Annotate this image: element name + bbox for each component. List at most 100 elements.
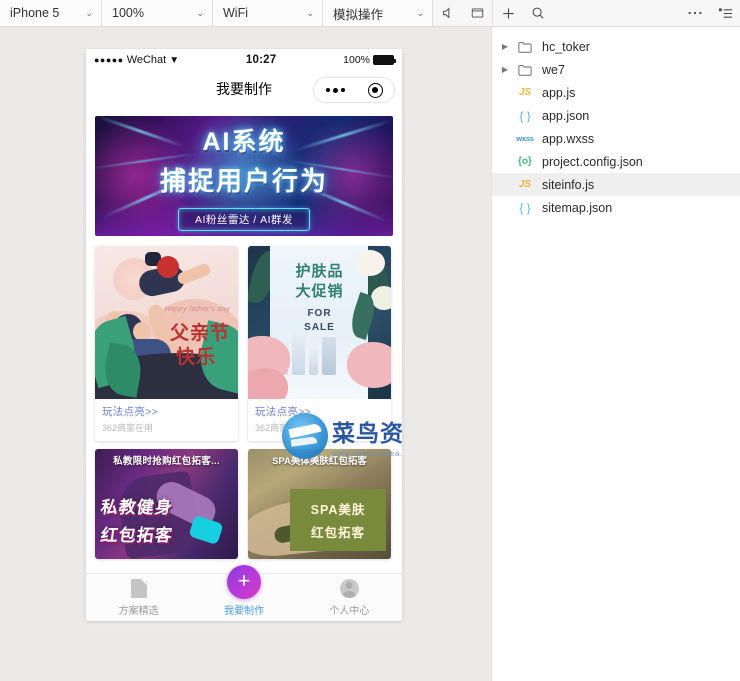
illustration-flower bbox=[347, 342, 391, 388]
tab-profile[interactable]: 个人中心 bbox=[297, 579, 402, 617]
illustration-child-leg bbox=[175, 262, 213, 286]
tab-label: 个人中心 bbox=[329, 605, 370, 617]
indent-spacer: · bbox=[498, 203, 512, 212]
file-name: app.wxss bbox=[542, 131, 595, 146]
phone-nav-bar: 我要制作 bbox=[86, 71, 402, 107]
plus-icon: + bbox=[237, 568, 251, 593]
simulate-action-select[interactable]: 模拟操作 ⌄ bbox=[323, 0, 433, 26]
card-grid-row-1: Happy father's day 父亲节 快乐 玩法点亮>> 362商家在用 bbox=[95, 246, 393, 441]
file-row-app-js[interactable]: · JS app.js bbox=[492, 81, 740, 104]
phone-status-bar: ●●●●● WeChat ▼ 10:27 100% bbox=[86, 49, 402, 71]
user-icon bbox=[339, 579, 359, 599]
file-row-project-config-json[interactable]: · {o} project.config.json bbox=[492, 150, 740, 173]
simulator-toolbar: iPhone 5 ⌄ 100% ⌄ WiFi ⌄ 模拟操作 ⌄ bbox=[0, 0, 740, 27]
tab-label: 我要制作 bbox=[223, 605, 264, 617]
chevron-right-icon[interactable]: ▶ bbox=[498, 65, 512, 74]
card-header-text: SPA美体美肤红包拓客 bbox=[272, 456, 367, 467]
illustration-child-shirt bbox=[157, 256, 179, 278]
mute-icon[interactable] bbox=[433, 0, 463, 26]
network-select[interactable]: WiFi ⌄ bbox=[213, 0, 323, 26]
hero-tagline: AI粉丝雷达 / AI群发 bbox=[177, 207, 311, 231]
folder-icon bbox=[512, 41, 538, 53]
tab-plan-selection[interactable]: 方案精选 bbox=[86, 579, 191, 617]
file-row-we7[interactable]: ▶ we7 bbox=[492, 58, 740, 81]
card-title-line-2: 红包拓客 bbox=[99, 526, 175, 545]
card-header-text: 私教限时抢购红包拓客... bbox=[113, 456, 220, 467]
phone-frame: ●●●●● WeChat ▼ 10:27 100% 我要制作 AI系统 捕捉用户… bbox=[86, 49, 402, 621]
zoom-select[interactable]: 100% ⌄ bbox=[102, 0, 213, 26]
template-card-fathers-day[interactable]: Happy father's day 父亲节 快乐 玩法点亮>> 362商家在用 bbox=[95, 246, 238, 441]
phone-content: AI系统 捕捉用户行为 AI粉丝雷达 / AI群发 Happy father's… bbox=[86, 107, 402, 621]
card-thumbnail: 护肤品 大促销 FOR SALE bbox=[248, 246, 391, 399]
card-en-text: Happy father's day bbox=[164, 306, 230, 313]
card-title-line-1: 护肤品 bbox=[295, 263, 344, 280]
js-file-icon: JS bbox=[518, 179, 532, 190]
more-options-icon[interactable] bbox=[680, 0, 710, 26]
card-title-line-1: 父亲节 bbox=[169, 323, 230, 344]
window-icon[interactable] bbox=[463, 0, 493, 26]
status-right: 100% bbox=[343, 54, 396, 66]
add-button[interactable] bbox=[493, 0, 523, 26]
details-list-icon[interactable] bbox=[710, 0, 740, 26]
tab-label: 方案精选 bbox=[118, 605, 159, 617]
card-footer: 玩法点亮>> 362商家在用 bbox=[95, 399, 238, 441]
status-left: ●●●●● WeChat ▼ bbox=[94, 54, 179, 66]
file-name: sitemap.json bbox=[542, 200, 613, 215]
card-grid-row-2: 私教限时抢购红包拓客... 私教健身 红包拓客 SPA美体美肤红包拓客 SPA美… bbox=[95, 449, 393, 559]
create-fab-button[interactable]: + bbox=[227, 565, 261, 599]
card-action-link[interactable]: 玩法点亮>> bbox=[102, 404, 231, 419]
hero-headline-1: AI系统 bbox=[202, 127, 286, 156]
card-thumbnail: 私教限时抢购红包拓客... 私教健身 红包拓客 bbox=[95, 449, 238, 559]
document-icon bbox=[129, 579, 149, 599]
signal-dots-icon: ●●●●● bbox=[94, 55, 124, 65]
indent-spacer: · bbox=[498, 157, 512, 166]
device-select[interactable]: iPhone 5 ⌄ bbox=[0, 0, 102, 26]
card-title-line-1: 私教健身 bbox=[99, 498, 175, 517]
battery-percent: 100% bbox=[343, 54, 370, 66]
chevron-down-icon: ⌄ bbox=[306, 7, 314, 18]
file-row-siteinfo-js[interactable]: · JS siteinfo.js bbox=[492, 173, 740, 196]
chevron-down-icon: ⌄ bbox=[416, 7, 424, 18]
file-name: app.json bbox=[542, 108, 590, 123]
carrier-label: WeChat bbox=[126, 54, 167, 66]
template-card-spa[interactable]: SPA美体美肤红包拓客 SPA美肤 红包拓客 bbox=[248, 449, 391, 559]
device-select-label: iPhone 5 bbox=[10, 6, 60, 20]
card-title-line-3: FOR bbox=[307, 308, 332, 319]
battery-icon bbox=[373, 55, 396, 65]
capsule-more-icon[interactable] bbox=[325, 87, 345, 93]
card-thumbnail: SPA美体美肤红包拓客 SPA美肤 红包拓客 bbox=[248, 449, 391, 559]
indent-spacer: · bbox=[498, 134, 512, 143]
json-file-icon: { } bbox=[519, 108, 531, 123]
file-name: project.config.json bbox=[542, 154, 643, 169]
network-select-label: WiFi bbox=[223, 6, 248, 20]
card-action-link[interactable]: 玩法点亮>> bbox=[255, 404, 384, 419]
file-row-app-json[interactable]: · { } app.json bbox=[492, 104, 740, 127]
file-name: siteinfo.js bbox=[542, 177, 595, 192]
page-title: 我要制作 bbox=[216, 81, 272, 97]
card-title-line-2: 大促销 bbox=[295, 283, 344, 300]
card-title-line-2: 红包拓客 bbox=[310, 526, 365, 540]
capsule-close-icon[interactable] bbox=[367, 82, 383, 98]
chevron-right-icon[interactable]: ▶ bbox=[498, 42, 512, 51]
file-row-app-wxss[interactable]: · wxss app.wxss bbox=[492, 127, 740, 150]
file-row-hc_toker[interactable]: ▶ hc_toker bbox=[492, 35, 740, 58]
folder-icon bbox=[512, 64, 538, 76]
hero-headline-2: 捕捉用户行为 bbox=[159, 165, 328, 196]
indent-spacer: · bbox=[498, 88, 512, 97]
template-card-fitness[interactable]: 私教限时抢购红包拓客... 私教健身 红包拓客 bbox=[95, 449, 238, 559]
indent-spacer: · bbox=[498, 180, 512, 189]
template-card-skincare[interactable]: 护肤品 大促销 FOR SALE 玩法点亮>> 362商家在用 bbox=[248, 246, 391, 441]
wechat-capsule[interactable] bbox=[313, 77, 395, 103]
hero-banner[interactable]: AI系统 捕捉用户行为 AI粉丝雷达 / AI群发 bbox=[95, 116, 393, 236]
card-usage-count: 362商家在用 bbox=[102, 423, 154, 433]
file-name: we7 bbox=[542, 62, 565, 77]
indent-spacer: · bbox=[498, 111, 512, 120]
app-root: iPhone 5 ⌄ 100% ⌄ WiFi ⌄ 模拟操作 ⌄ ●●●●● We… bbox=[0, 0, 740, 681]
zoom-select-label: 100% bbox=[112, 6, 144, 20]
search-icon[interactable] bbox=[523, 0, 553, 26]
wxss-file-icon: wxss bbox=[516, 134, 534, 143]
file-row-sitemap-json[interactable]: · { } sitemap.json bbox=[492, 196, 740, 219]
card-title-line-1: SPA美肤 bbox=[310, 503, 366, 517]
chevron-down-icon: ⌄ bbox=[85, 7, 93, 18]
